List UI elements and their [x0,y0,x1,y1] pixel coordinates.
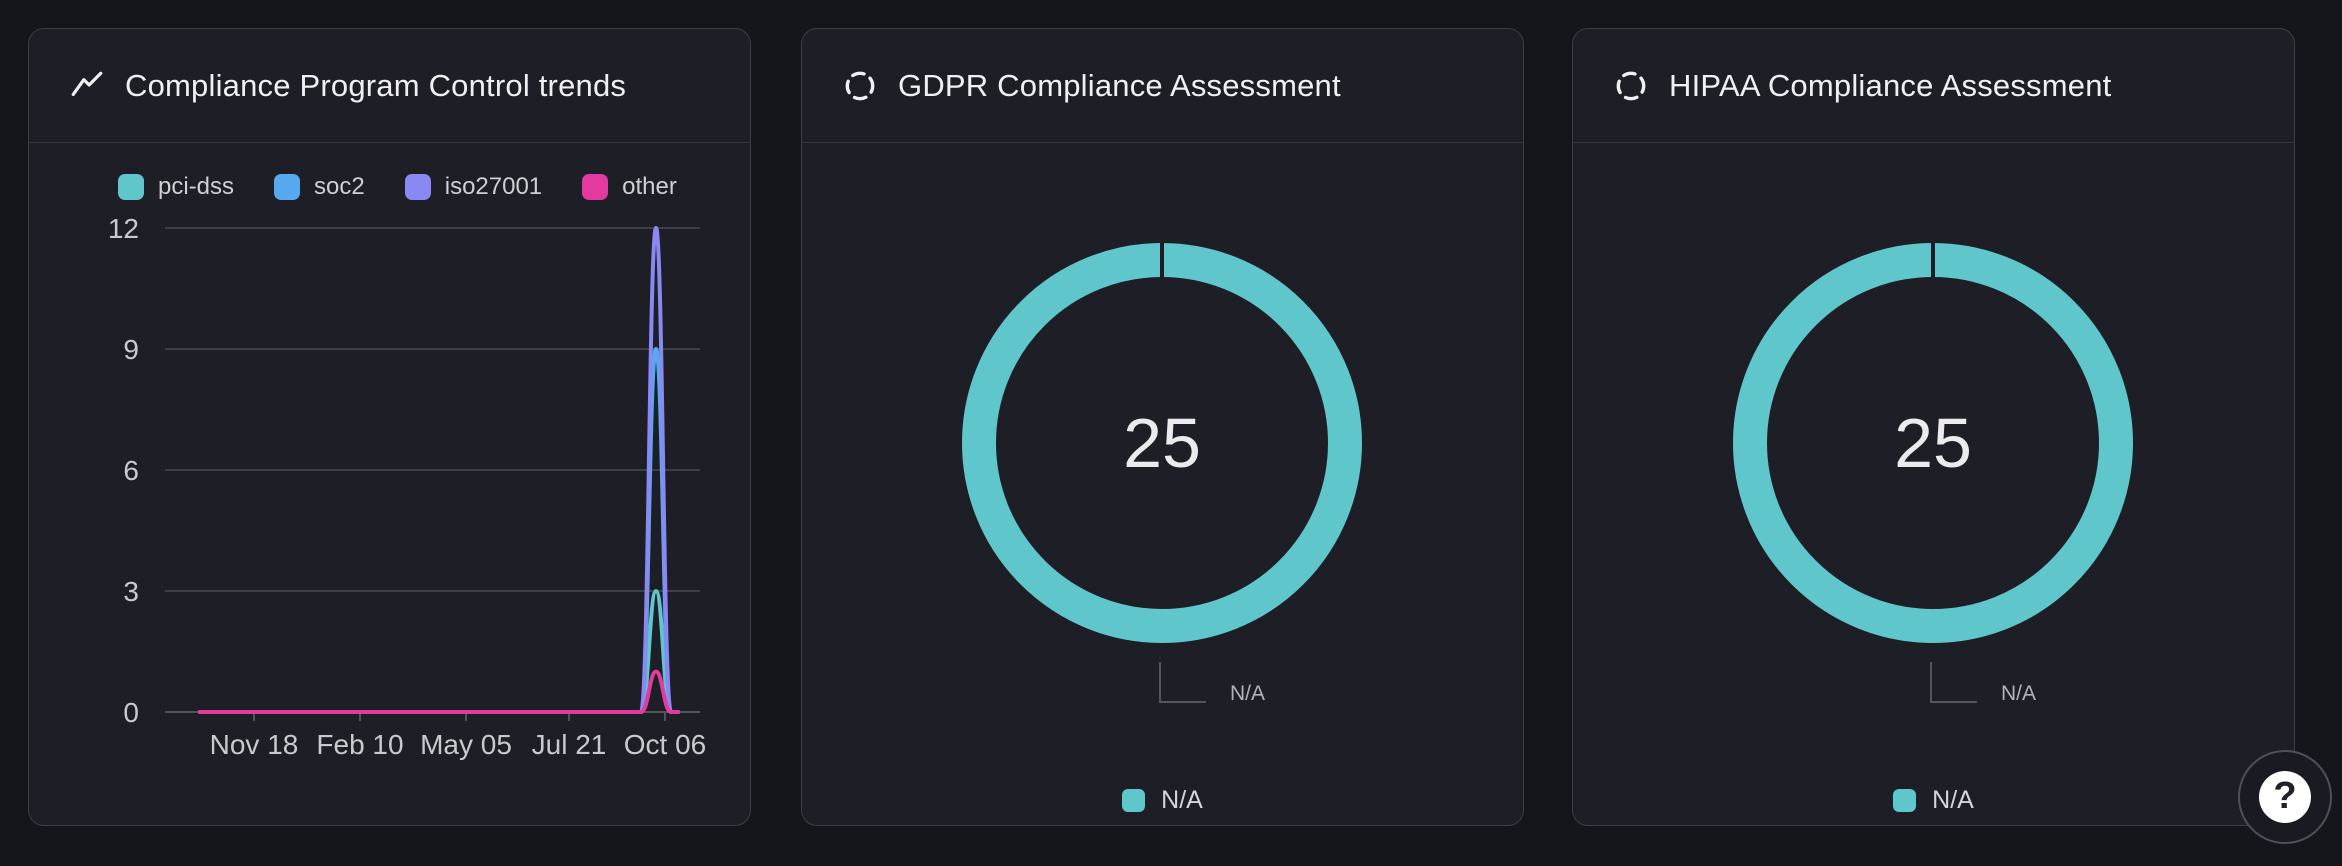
gdpr-card-header: GDPR Compliance Assessment [802,29,1523,143]
svg-text:9: 9 [123,334,139,365]
hipaa-card-header: HIPAA Compliance Assessment [1573,29,2294,143]
trend-legend: pci-dss soc2 iso27001 other [118,173,677,201]
svg-text:0: 0 [123,697,139,728]
gauge-legend-label: N/A [1161,786,1203,815]
legend-item-pci-dss[interactable]: pci-dss [118,173,234,201]
trend-line-icon [69,68,105,104]
gdpr-gauge-value: 25 [962,393,1362,493]
legend-label: pci-dss [158,173,234,201]
hipaa-gauge-area: 25 N/A N/A [1573,143,2294,825]
gdpr-callout-label: N/A [1230,682,1265,706]
trend-chart-plot: 0 3 6 9 12 Nov 18 Feb 10 May 05 Jul 21 Oct 06 [29,143,750,825]
gdpr-card: GDPR Compliance Assessment 25 N/A N/A [801,28,1524,826]
gauge-legend-label: N/A [1932,786,1974,815]
svg-text:6: 6 [123,455,139,486]
gdpr-gauge-area: 25 N/A N/A [802,143,1523,825]
legend-item-soc2[interactable]: soc2 [274,173,365,201]
svg-text:Feb 10: Feb 10 [316,729,403,760]
trend-card-title: Compliance Program Control trends [125,68,626,104]
legend-swatch-pci-dss [118,174,144,200]
svg-text:May 05: May 05 [420,729,512,760]
svg-text:12: 12 [108,213,139,244]
gdpr-gauge-legend[interactable]: N/A [802,786,1523,815]
hipaa-card: HIPAA Compliance Assessment 25 N/A N/A [1572,28,2295,826]
trend-chart-area: pci-dss soc2 iso27001 other 0 3 6 9 12 Nov 18… [29,143,750,825]
gdpr-card-title: GDPR Compliance Assessment [898,68,1341,104]
legend-item-other[interactable]: other [582,173,677,201]
legend-swatch-soc2 [274,174,300,200]
gauge-legend-swatch [1893,789,1916,812]
legend-label: iso27001 [445,173,542,201]
gauge-legend-swatch [1122,789,1145,812]
legend-item-iso27001[interactable]: iso27001 [405,173,542,201]
gauge-callout-line [1159,662,1206,703]
help-button[interactable]: ? [2238,750,2332,844]
svg-text:Jul 21: Jul 21 [532,729,607,760]
legend-swatch-other [582,174,608,200]
trend-card: Compliance Program Control trends pci-ds… [28,28,751,826]
question-mark-icon: ? [2259,771,2311,823]
svg-text:Nov 18: Nov 18 [210,729,299,760]
hipaa-gauge-legend[interactable]: N/A [1573,786,2294,815]
legend-label: soc2 [314,173,365,201]
hipaa-card-title: HIPAA Compliance Assessment [1669,68,2111,104]
legend-label: other [622,173,677,201]
legend-swatch-iso27001 [405,174,431,200]
assessment-dashed-circle-icon [1613,68,1649,104]
svg-text:3: 3 [123,576,139,607]
trend-card-header: Compliance Program Control trends [29,29,750,143]
svg-text:Oct 06: Oct 06 [624,729,706,760]
assessment-dashed-circle-icon [842,68,878,104]
hipaa-callout-label: N/A [2001,682,2036,706]
hipaa-gauge-value: 25 [1733,393,2133,493]
gauge-callout-line [1930,662,1977,703]
